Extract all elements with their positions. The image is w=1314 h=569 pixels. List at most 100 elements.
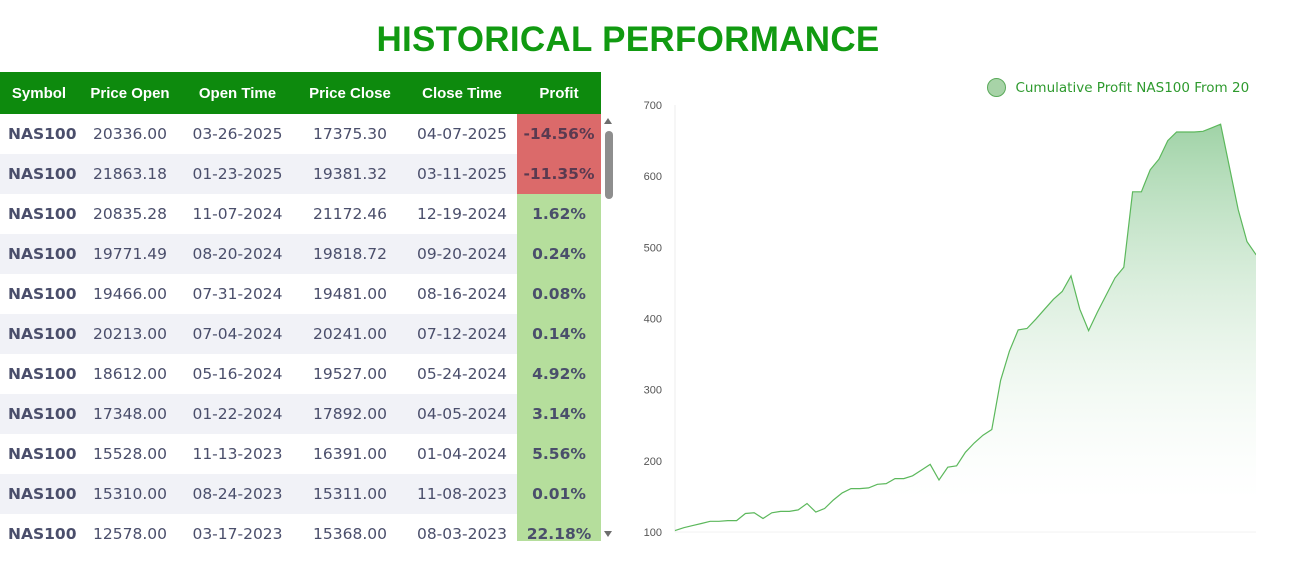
data-point[interactable] [708,519,712,523]
data-point[interactable] [726,519,730,523]
price-open-cell: 18612.00 [93,365,167,383]
data-point[interactable] [735,519,739,523]
data-point[interactable] [1148,168,1152,172]
scroll-down-arrow-icon[interactable] [604,531,612,537]
table-row[interactable]: NAS100 19771.49 08-20-2024 19818.72 09-20-20… [0,234,601,274]
data-point[interactable] [1219,122,1223,126]
table-row[interactable]: NAS100 20336.00 03-26-2025 17375.30 04-07-20… [0,114,601,154]
table-row[interactable]: NAS100 19466.00 07-31-2024 19481.00 08-16-20… [0,274,601,314]
data-point[interactable] [823,507,827,511]
data-point[interactable] [1069,274,1073,278]
data-point[interactable] [1016,328,1020,332]
data-point[interactable] [1139,190,1143,194]
header-open-time[interactable]: Open Time [182,72,293,114]
table-row[interactable]: NAS100 20835.28 11-07-2024 21172.46 12-19-20… [0,194,601,234]
data-point[interactable] [893,477,897,481]
data-point[interactable] [1122,265,1126,269]
y-tick-label: 500 [644,242,662,254]
data-point[interactable] [1210,126,1214,130]
data-point[interactable] [1060,290,1064,294]
table-header-row: Symbol Price Open Open Time Price Close … [0,72,601,114]
data-point[interactable] [911,474,915,478]
data-point[interactable] [1034,317,1038,321]
data-point[interactable] [858,487,862,491]
data-point[interactable] [1078,307,1082,311]
data-point[interactable] [1131,190,1135,194]
data-point[interactable] [779,509,783,513]
data-point[interactable] [1007,349,1011,353]
table-row[interactable]: NAS100 21863.18 01-23-2025 19381.32 03-11-20… [0,154,601,194]
data-point[interactable] [805,502,809,506]
close-time-cell: 12-19-2024 [416,205,508,223]
open-time-cell: 07-31-2024 [192,285,283,303]
data-point[interactable] [1087,329,1091,333]
data-point[interactable] [1095,310,1099,314]
chart-legend[interactable]: Cumulative Profit NAS100 From 20 [987,78,1256,98]
data-point[interactable] [796,508,800,512]
header-price-close[interactable]: Price Close [293,72,407,114]
data-point[interactable] [1113,276,1117,280]
price-open-cell: 20213.00 [78,314,182,354]
data-point[interactable] [770,511,774,515]
data-point[interactable] [955,464,959,468]
header-close-time[interactable]: Close Time [407,72,517,114]
data-point[interactable] [673,529,677,533]
data-point[interactable] [717,519,721,523]
y-tick-label: 200 [644,456,662,468]
data-point[interactable] [1227,165,1231,169]
table-row[interactable]: NAS100 12578.00 03-17-2023 15368.00 08-03-20… [0,514,601,541]
header-price-open[interactable]: Price Open [78,72,182,114]
table-scrollbar[interactable] [602,114,616,541]
data-point[interactable] [840,491,844,495]
data-point[interactable] [972,441,976,445]
scroll-up-arrow-icon[interactable] [604,118,612,124]
data-point[interactable] [928,462,932,466]
scrollbar-thumb[interactable] [605,131,613,199]
table-row[interactable]: NAS100 15310.00 08-24-2023 15311.00 11-08-20… [0,474,601,514]
data-point[interactable] [1175,130,1179,134]
open-time-cell: 11-13-2023 [192,445,283,463]
data-point[interactable] [691,524,695,528]
data-point[interactable] [1104,293,1108,297]
data-point[interactable] [849,487,853,491]
data-point[interactable] [682,526,686,530]
data-point[interactable] [937,478,941,482]
data-point[interactable] [1245,240,1249,244]
performance-table-container[interactable]: Symbol Price Open Open Time Price Close … [0,72,616,541]
data-point[interactable] [814,510,818,514]
data-point[interactable] [1051,297,1055,301]
data-point[interactable] [1025,327,1029,331]
data-point[interactable] [1201,129,1205,133]
table-row[interactable]: NAS100 20213.00 07-04-2024 20241.00 07-12-20… [0,314,601,354]
price-open-cell: 15528.00 [93,445,167,463]
table-row[interactable]: NAS100 17348.00 01-22-2024 17892.00 04-05-20… [0,394,601,434]
data-point[interactable] [902,477,906,481]
data-point[interactable] [919,468,923,472]
table-row[interactable]: NAS100 15528.00 11-13-2023 16391.00 01-04-20… [0,434,601,474]
data-point[interactable] [963,450,967,454]
data-point[interactable] [867,486,871,490]
open-time-cell: 01-23-2025 [182,154,293,194]
data-point[interactable] [1183,130,1187,134]
data-point[interactable] [699,522,703,526]
header-profit[interactable]: Profit [517,72,601,114]
data-point[interactable] [1192,130,1196,134]
data-point[interactable] [1157,157,1161,161]
data-point[interactable] [981,433,985,437]
data-point[interactable] [946,465,950,469]
data-point[interactable] [743,512,747,516]
data-point[interactable] [999,378,1003,382]
table-row[interactable]: NAS100 18612.00 05-16-2024 19527.00 05-24-20… [0,354,601,394]
data-point[interactable] [884,482,888,486]
data-point[interactable] [1166,139,1170,143]
data-point[interactable] [761,517,765,521]
chart-svg: 100 200 300 400 500 600 700 [644,100,1256,539]
data-point[interactable] [831,498,835,502]
data-point[interactable] [1236,208,1240,212]
data-point[interactable] [752,511,756,515]
data-point[interactable] [1043,307,1047,311]
data-point[interactable] [875,482,879,486]
data-point[interactable] [990,428,994,432]
data-point[interactable] [787,509,791,513]
header-symbol[interactable]: Symbol [0,72,78,114]
